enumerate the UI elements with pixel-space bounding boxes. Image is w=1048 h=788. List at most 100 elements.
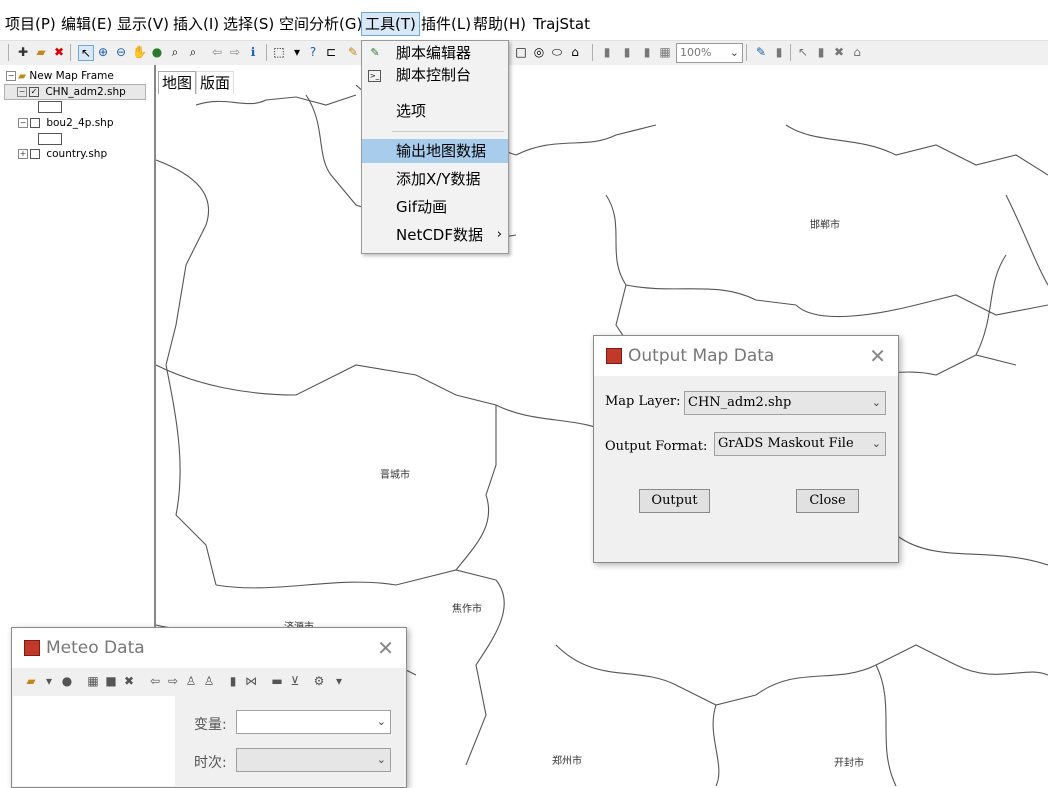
menu-item-add-xy-data[interactable]: 添加X/Y数据 [362, 167, 508, 191]
pan-hand-icon[interactable]: ✋ [132, 45, 147, 59]
stop-icon[interactable]: ■ [104, 674, 118, 688]
menu-select[interactable]: 选择(S) [222, 14, 275, 34]
polygon-draw-icon[interactable]: ⌂ [568, 45, 582, 59]
tree-layer-country[interactable]: + country.shp [6, 147, 107, 161]
tree-layer-chn-adm2[interactable]: − ✓ CHN_adm2.shp [4, 84, 146, 100]
save-edit-icon[interactable]: ▮ [772, 45, 786, 59]
close-button[interactable]: Close [796, 489, 859, 513]
label-icon[interactable]: ✎ [346, 45, 360, 59]
layer-label: country.shp [46, 148, 108, 160]
variable-select[interactable]: ⌄ [236, 710, 391, 734]
toolbar-separator [8, 44, 9, 61]
rect-draw-icon[interactable]: □ [514, 45, 528, 59]
folder-icon[interactable]: ▬ [270, 674, 284, 688]
forward-arrow-icon[interactable]: ⇨ [228, 45, 242, 59]
output-map-data-dialog: Output Map Data ✕ Map Layer: CHN_adm2.sh… [593, 335, 899, 563]
close-icon[interactable]: ✕ [377, 636, 394, 660]
identify-info-icon[interactable]: ℹ [246, 45, 260, 59]
tree-layer-bou2[interactable]: − bou2_4p.shp [6, 116, 114, 130]
select-pointer-icon[interactable]: ↖ [78, 45, 94, 61]
select-rect-icon[interactable]: ⬚ [272, 45, 286, 59]
menu-edit[interactable]: 编辑(E) [60, 14, 113, 34]
menu-tools[interactable]: 工具(T) [361, 12, 420, 36]
chart-icon[interactable]: ⊻ [288, 674, 302, 688]
menu-item-script-editor[interactable]: ✎ 脚本编辑器 [362, 41, 508, 65]
meteo-file-list[interactable] [13, 696, 175, 786]
help-cursor-icon[interactable]: ? [306, 45, 320, 59]
settings-icon[interactable]: ⚙ [312, 674, 326, 688]
layer-visible-checkbox[interactable]: ✓ [29, 87, 39, 97]
page-zoom-icon[interactable]: ▦ [658, 45, 672, 59]
ellipse-draw-icon[interactable]: ⬭ [550, 45, 564, 59]
tree-map-frame[interactable]: − ▰ New Map Frame [6, 69, 114, 83]
remove-layer-icon[interactable]: ✖ [52, 45, 66, 59]
info-icon[interactable]: ● [60, 674, 74, 688]
menu-trajstat[interactable]: TrajStat [532, 14, 591, 34]
add-layer-icon[interactable]: ✚ [16, 45, 30, 59]
menu-insert[interactable]: 插入(I) [172, 14, 220, 34]
close-icon[interactable]: ✕ [869, 344, 886, 368]
map-layer-value: CHN_adm2.shp [688, 395, 792, 410]
edit-vertex-icon[interactable]: ⌂ [850, 45, 864, 59]
circle-draw-icon[interactable]: ◎ [532, 45, 546, 59]
menu-plugins[interactable]: 插件(L) [420, 14, 472, 34]
city-label: 邯郸市 [810, 220, 840, 231]
collapse-icon[interactable]: − [6, 71, 16, 81]
menu-item-output-map-data[interactable]: 输出地图数据 [362, 139, 508, 163]
chevron-down-icon: ⌄ [871, 396, 881, 409]
city-label: 郑州市 [552, 756, 582, 767]
expand-icon[interactable]: + [18, 149, 28, 159]
back-arrow-icon[interactable]: ⇦ [148, 674, 162, 688]
menu-project[interactable]: 项目(P) [4, 14, 57, 34]
menu-spatial-analysis[interactable]: 空间分析(G) [278, 14, 363, 34]
menu-help[interactable]: 帮助(H) [472, 14, 527, 34]
dropdown-arrow-icon[interactable]: ▾ [290, 45, 304, 59]
map-layer-select[interactable]: CHN_adm2.shp ⌄ [684, 391, 886, 415]
zoom-level-select[interactable]: 100% ⌄ [676, 43, 743, 63]
delete-feature-icon[interactable]: ✖ [832, 45, 846, 59]
meteo-data-dialog: Meteo Data ✕ ▰ ▾ ● ▦ ■ ✖ ⇦ ⇨ ♙ ♙ ▮ ⋈ ▬ ⊻… [11, 627, 407, 788]
page-fit-icon[interactable]: ▮ [620, 45, 634, 59]
animate-icon[interactable]: ♙ [184, 674, 198, 688]
zoom-selected-icon[interactable]: ⌕ [186, 45, 200, 59]
time-select[interactable]: ⌄ [236, 748, 391, 772]
layer-visible-checkbox[interactable] [30, 149, 40, 159]
map-layer-label: Map Layer: [605, 394, 681, 409]
edit-pencil-icon[interactable]: ✎ [754, 45, 768, 59]
plot-icon[interactable]: ⋈ [244, 674, 258, 688]
toolbar-separator [266, 44, 267, 61]
new-feature-icon[interactable]: ▮ [814, 45, 828, 59]
remove-icon[interactable]: ✖ [122, 674, 136, 688]
open-data-icon[interactable]: ▰ [24, 674, 38, 688]
layer-label: bou2_4p.shp [46, 117, 114, 129]
menu-item-gif-animation[interactable]: Gif动画 [362, 195, 508, 219]
menu-item-options[interactable]: 选项 [362, 99, 508, 123]
back-arrow-icon[interactable]: ⇦ [210, 45, 224, 59]
page-width-icon[interactable]: ▮ [640, 45, 654, 59]
menu-view[interactable]: 显示(V) [116, 14, 170, 34]
collapse-icon[interactable]: − [17, 87, 27, 97]
dropdown-arrow-icon[interactable]: ▾ [42, 674, 56, 688]
open-folder-icon[interactable]: ▰ [34, 45, 48, 59]
menu-item-netcdf-data[interactable]: NetCDF数据 › [362, 223, 508, 247]
table-icon[interactable]: ▦ [86, 674, 100, 688]
select-feature-icon[interactable]: ↖ [796, 45, 810, 59]
section-icon[interactable]: ▮ [226, 674, 240, 688]
forward-arrow-icon[interactable]: ⇨ [166, 674, 180, 688]
zoom-in-icon[interactable]: ⊕ [96, 45, 110, 59]
script-editor-icon: ✎ [370, 46, 380, 59]
menu-separator [392, 131, 504, 132]
output-button[interactable]: Output [639, 489, 710, 513]
measure-icon[interactable]: ⊏ [324, 45, 338, 59]
full-extent-globe-icon[interactable]: ● [150, 45, 164, 59]
zoom-out-icon[interactable]: ⊖ [114, 45, 128, 59]
collapse-icon[interactable]: − [18, 118, 28, 128]
output-format-select[interactable]: GrADS Maskout File ⌄ [714, 432, 886, 456]
layer-visible-checkbox[interactable] [30, 118, 40, 128]
zoom-layer-icon[interactable]: ⌕ [168, 45, 182, 59]
animate-back-icon[interactable]: ♙ [202, 674, 216, 688]
menu-item-script-console[interactable]: >_ 脚本控制台 [362, 63, 508, 87]
page-icon[interactable]: ▮ [600, 45, 614, 59]
chevron-down-icon: ⌄ [376, 753, 386, 766]
dropdown-arrow-icon[interactable]: ▾ [332, 674, 346, 688]
